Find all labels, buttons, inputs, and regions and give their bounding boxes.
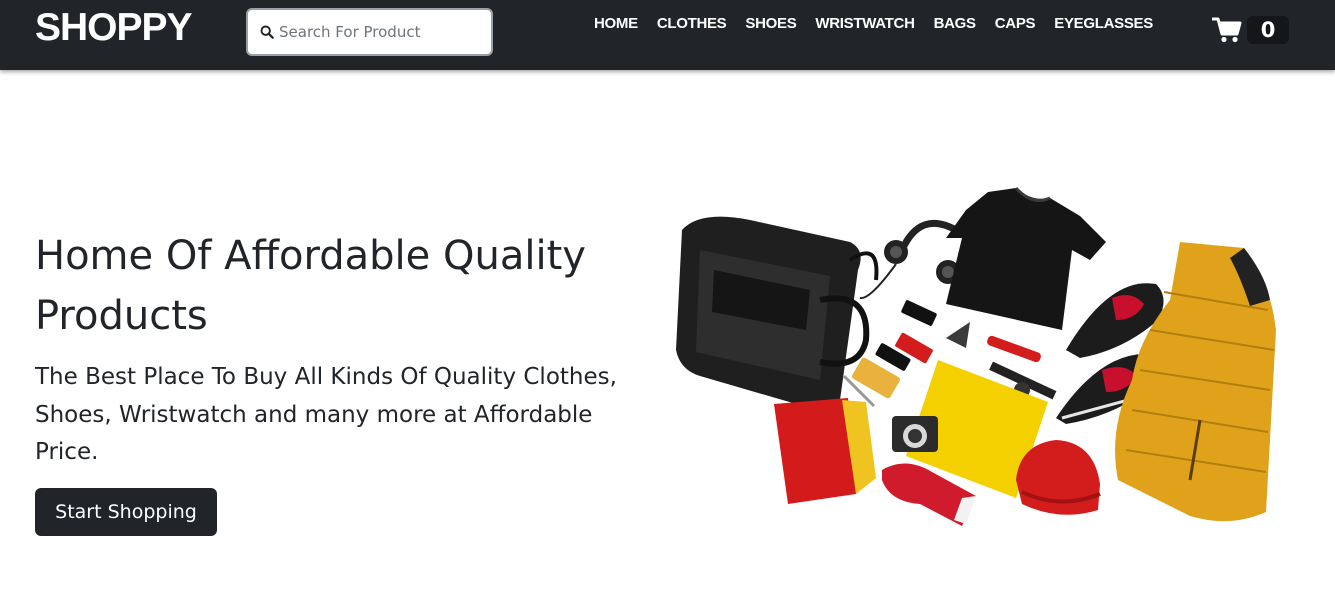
brand-logo[interactable]: SHOPPY (35, 6, 193, 50)
navbar: SHOPPY HOME CLOTHES SHOES WRISTWATCH BAG… (0, 0, 1335, 70)
search-icon (260, 25, 274, 39)
hero-title: Home Of Affordable Quality Products (35, 233, 586, 339)
cart-icon (1212, 17, 1242, 43)
nav-menu: HOME CLOTHES SHOES WRISTWATCH BAGS CAPS … (594, 15, 1172, 33)
search-input[interactable] (279, 23, 479, 41)
nav-link-home[interactable]: HOME (594, 15, 638, 33)
nav-link-caps[interactable]: CAPS (995, 15, 1036, 33)
start-shopping-button[interactable]: Start Shopping (35, 488, 217, 536)
wallet-illustration (774, 398, 876, 504)
cart-button[interactable]: 0 (1212, 16, 1289, 44)
search-box[interactable] (246, 8, 493, 56)
nav-link-clothes[interactable]: CLOTHES (657, 15, 727, 33)
nav-link-eyeglasses[interactable]: EYEGLASSES (1054, 15, 1153, 33)
cart-count-badge: 0 (1247, 16, 1289, 44)
camera-illustration (892, 416, 938, 452)
nav-link-wristwatch[interactable]: WRISTWATCH (815, 15, 915, 33)
nav-link-shoes[interactable]: SHOES (745, 15, 796, 33)
nav-link-bags[interactable]: BAGS (934, 15, 976, 33)
hero-subtitle: The Best Place To Buy All Kinds Of Quali… (35, 364, 617, 465)
hero-product-image (670, 180, 1282, 548)
